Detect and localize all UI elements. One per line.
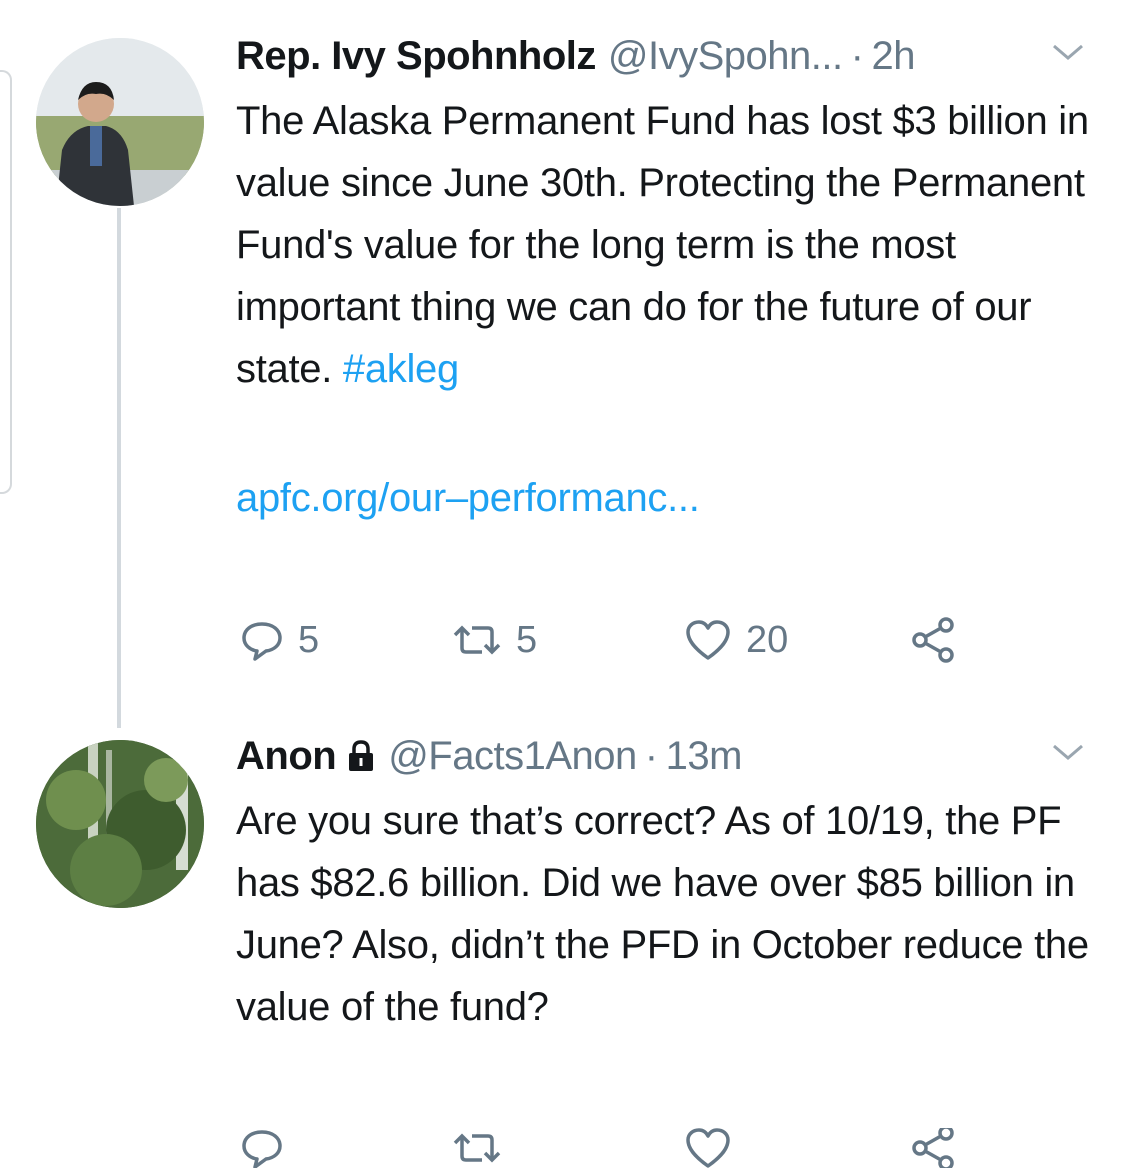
tweet-actions xyxy=(240,1128,980,1168)
timestamp[interactable]: 2h xyxy=(871,30,915,82)
chevron-down-icon[interactable] xyxy=(1050,40,1086,64)
hashtag-link[interactable]: #akleg xyxy=(343,347,459,391)
retweet-icon xyxy=(453,625,501,655)
left-panel-edge xyxy=(0,70,12,494)
retweet-button[interactable] xyxy=(452,1128,502,1168)
author-handle[interactable]: @IvySpohn... xyxy=(608,30,843,82)
separator: · xyxy=(850,34,864,78)
like-button[interactable]: 20 xyxy=(684,618,788,662)
tweet-body: Are you sure that’s correct? As of 10/19… xyxy=(236,799,1089,1029)
avatar[interactable] xyxy=(36,740,204,908)
share-icon xyxy=(912,617,954,663)
share-button[interactable] xyxy=(908,615,958,665)
reply-icon xyxy=(242,622,282,661)
url-link[interactable]: apfc.org/our–performanc... xyxy=(236,472,1094,524)
reply-icon xyxy=(242,1130,282,1168)
author-handle[interactable]: @Facts1Anon xyxy=(388,730,637,782)
author-name[interactable]: Rep. Ivy Spohnholz xyxy=(236,30,596,82)
tweet-header: Rep. Ivy Spohnholz @IvySpohn... · 2h xyxy=(236,30,1094,82)
tweet-text: The Alaska Permanent Fund has lost $3 bi… xyxy=(236,90,1106,400)
lock-icon xyxy=(349,740,374,771)
avatar-photo xyxy=(36,38,204,206)
tweet-header: Anon @Facts1Anon · 13m xyxy=(236,730,1094,782)
avatar[interactable] xyxy=(36,38,204,206)
heart-icon xyxy=(686,1128,730,1168)
retweet-button[interactable]: 5 xyxy=(452,618,537,662)
heart-icon xyxy=(686,620,730,660)
reply-button[interactable] xyxy=(240,1128,284,1168)
tweet[interactable]: Anon @Facts1Anon · 13m Are you sure that… xyxy=(236,730,1094,1038)
tweet-actions: 5 5 20 xyxy=(240,612,980,668)
chevron-down-icon[interactable] xyxy=(1050,740,1086,764)
like-count: 20 xyxy=(746,618,789,661)
retweet-count: 5 xyxy=(516,618,538,661)
share-button[interactable] xyxy=(908,1128,958,1168)
share-icon xyxy=(912,1128,954,1168)
retweet-icon xyxy=(453,1133,501,1163)
timestamp[interactable]: 13m xyxy=(666,730,743,782)
separator: · xyxy=(644,734,658,778)
avatar-photo xyxy=(36,740,204,908)
like-button[interactable] xyxy=(684,1128,732,1168)
thread-connector-line xyxy=(117,208,121,728)
author-name[interactable]: Anon xyxy=(236,730,337,782)
reply-count: 5 xyxy=(298,618,320,661)
tweet[interactable]: Rep. Ivy Spohnholz @IvySpohn... · 2h The… xyxy=(236,30,1094,524)
tweet-text: Are you sure that’s correct? As of 10/19… xyxy=(236,790,1106,1038)
reply-button[interactable]: 5 xyxy=(240,618,319,662)
